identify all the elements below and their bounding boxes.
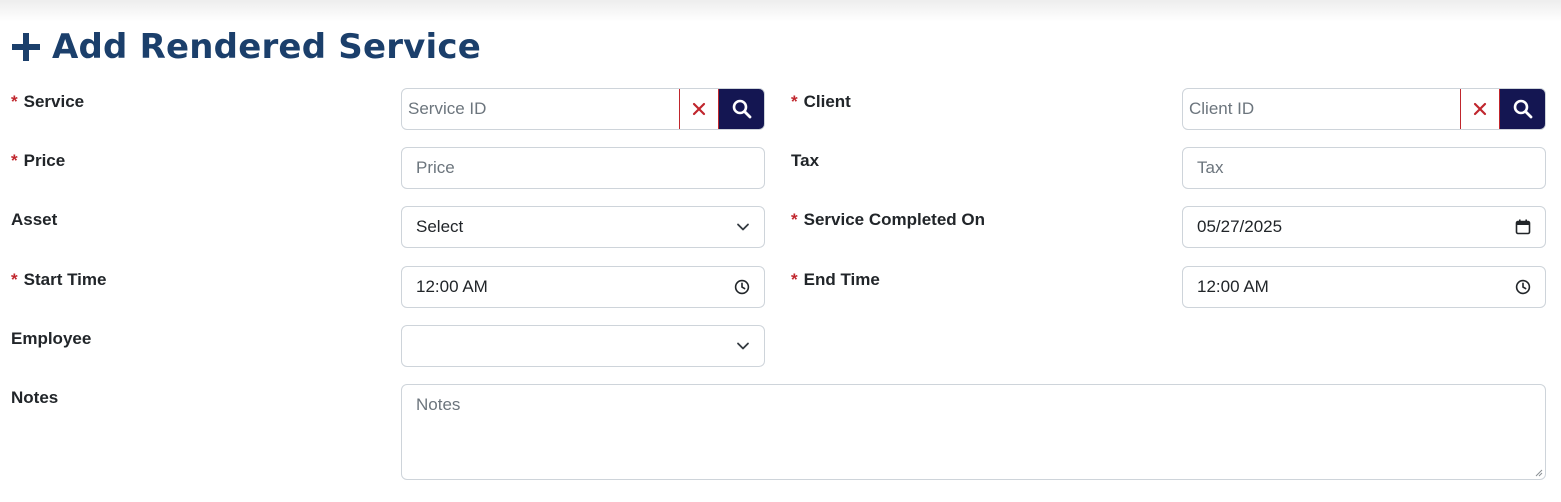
search-icon xyxy=(1513,99,1533,118)
asset-selected-value: Select xyxy=(416,217,464,236)
close-icon xyxy=(1473,102,1487,115)
tax-input[interactable] xyxy=(1183,158,1545,178)
price-label: * Price xyxy=(11,151,66,170)
start-time-label: * Start Time xyxy=(11,270,107,289)
client-label: * Client xyxy=(791,92,851,111)
asset-select[interactable]: Select xyxy=(401,206,765,248)
page-title-text: Add Rendered Service xyxy=(52,27,482,67)
service-lookup xyxy=(401,88,765,130)
end-time-value: 12:00 AM xyxy=(1197,277,1269,296)
required-marker: * xyxy=(791,270,798,289)
service-id-input[interactable] xyxy=(402,89,679,129)
end-time-label: * End Time xyxy=(791,270,880,289)
price-field xyxy=(401,147,765,189)
completed-on-label: * Service Completed On xyxy=(791,210,986,229)
notes-label: Notes xyxy=(11,388,59,407)
client-id-input[interactable] xyxy=(1183,89,1460,129)
start-time-input[interactable]: 12:00 AM xyxy=(401,266,765,308)
chevron-down-icon xyxy=(737,342,749,350)
start-time-value: 12:00 AM xyxy=(416,277,488,296)
end-time-input[interactable]: 12:00 AM xyxy=(1182,266,1546,308)
service-search-button[interactable] xyxy=(719,89,764,129)
client-search-button[interactable] xyxy=(1500,89,1545,129)
chevron-down-icon xyxy=(737,223,749,231)
search-icon xyxy=(732,99,752,118)
price-input[interactable] xyxy=(402,158,764,178)
close-icon xyxy=(692,102,706,115)
client-clear-button[interactable] xyxy=(1460,89,1500,129)
clock-icon[interactable] xyxy=(734,279,750,295)
employee-select[interactable] xyxy=(401,325,765,367)
plus-icon xyxy=(12,33,40,61)
required-marker: * xyxy=(11,270,18,289)
service-label: * Service xyxy=(11,92,85,111)
required-marker: * xyxy=(791,92,798,111)
resize-grip-icon[interactable] xyxy=(1533,467,1543,477)
client-lookup xyxy=(1182,88,1546,130)
clock-icon[interactable] xyxy=(1515,279,1531,295)
service-clear-button[interactable] xyxy=(679,89,719,129)
tax-label: Tax xyxy=(791,151,820,170)
asset-label: Asset xyxy=(11,210,58,229)
notes-textarea[interactable] xyxy=(402,385,1545,479)
calendar-icon[interactable] xyxy=(1515,219,1531,235)
completed-on-value: 05/27/2025 xyxy=(1197,217,1283,236)
notes-field xyxy=(401,384,1546,480)
required-marker: * xyxy=(11,92,18,111)
required-marker: * xyxy=(791,210,798,229)
completed-on-date-input[interactable]: 05/27/2025 xyxy=(1182,206,1546,248)
tax-field xyxy=(1182,147,1546,189)
page-title: Add Rendered Service xyxy=(10,24,481,70)
required-marker: * xyxy=(11,151,18,170)
employee-label: Employee xyxy=(11,329,92,348)
top-shadow xyxy=(0,0,1561,22)
